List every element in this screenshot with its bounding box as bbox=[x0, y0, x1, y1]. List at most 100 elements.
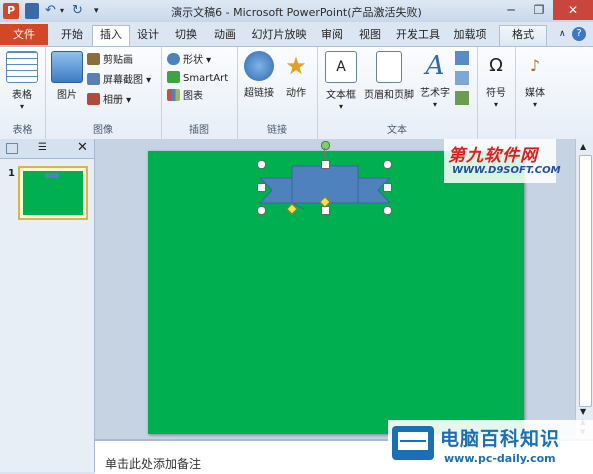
vertical-scrollbar[interactable]: ▲ ▼ ▲ ▼ bbox=[575, 139, 593, 439]
picture-button[interactable]: 图片 bbox=[49, 51, 85, 101]
tab-insert[interactable]: 插入 bbox=[92, 25, 130, 46]
wordart-icon: A bbox=[425, 51, 445, 81]
hyperlink-icon bbox=[244, 51, 274, 81]
close-panel-icon[interactable]: ✕ bbox=[77, 140, 88, 155]
selection-handle[interactable] bbox=[257, 206, 266, 215]
tab-transitions[interactable]: 切换 bbox=[170, 26, 202, 44]
scroll-up-icon[interactable]: ▲ bbox=[580, 142, 586, 151]
title-bar: P ↶ ▾ ↻ ▾ 演示文稿6 - Microsoft PowerPoint(产… bbox=[0, 0, 593, 23]
media-button[interactable]: ♪ 媒体 ▾ bbox=[519, 51, 551, 110]
scroll-thumb[interactable] bbox=[579, 155, 592, 407]
group-image: 图片 剪贴画 屏幕截图 ▾ 相册 ▾ 图像 bbox=[45, 47, 162, 139]
pc-daily-watermark: 电脑百科知识 www.pc-daily.com bbox=[388, 420, 593, 472]
selection-handle[interactable] bbox=[383, 206, 392, 215]
group-media: ♪ 媒体 ▾ bbox=[515, 47, 555, 139]
d9soft-watermark: 第九软件网 WWW.D9SOFT.COM bbox=[444, 139, 561, 183]
album-button[interactable]: 相册 ▾ bbox=[87, 93, 131, 109]
slide-number-icon[interactable] bbox=[455, 71, 469, 85]
tab-view[interactable]: 视图 bbox=[354, 26, 386, 44]
wordart-button[interactable]: A 艺术字 ▾ bbox=[417, 51, 453, 110]
wordart-label: 艺术字 bbox=[420, 88, 450, 99]
tab-home[interactable]: 开始 bbox=[55, 26, 89, 44]
tab-addins[interactable]: 加载项 bbox=[450, 26, 490, 44]
group-text: A 文本框 ▾ 页眉和页脚 A 艺术字 ▾ 文本 bbox=[317, 47, 478, 139]
help-icon[interactable]: ? bbox=[572, 27, 586, 41]
textbox-label: 文本框 bbox=[326, 90, 356, 101]
smartart-icon bbox=[167, 71, 180, 83]
tab-slideshow[interactable]: 幻灯片放映 bbox=[248, 26, 310, 44]
slide-thumbnail[interactable] bbox=[18, 166, 88, 220]
slides-tab-icon[interactable] bbox=[6, 143, 18, 154]
scroll-down-icon[interactable]: ▼ bbox=[580, 407, 586, 416]
smartart-button[interactable]: SmartArt bbox=[167, 71, 228, 87]
tab-animations[interactable]: 动画 bbox=[208, 26, 242, 44]
tab-format[interactable]: 格式 bbox=[499, 25, 547, 46]
close-button[interactable]: ✕ bbox=[553, 0, 593, 20]
header-footer-icon bbox=[376, 51, 402, 83]
pc-daily-url: www.pc-daily.com bbox=[444, 452, 556, 465]
action-label: 动作 bbox=[286, 88, 306, 99]
group-illustration: 形状 ▾ SmartArt 图表 插图 bbox=[161, 47, 238, 139]
outline-tab-icon[interactable]: ☰ bbox=[38, 142, 47, 153]
panel-tabs: ☰ ✕ bbox=[0, 139, 94, 159]
group-table: 表格 ▾ 表格 bbox=[0, 47, 46, 139]
table-icon bbox=[6, 51, 38, 83]
picture-icon bbox=[51, 51, 83, 83]
selection-handle[interactable] bbox=[257, 183, 266, 192]
group-label-links: 链接 bbox=[267, 125, 287, 136]
textbox-button[interactable]: A 文本框 ▾ bbox=[321, 51, 361, 112]
omega-icon: Ω bbox=[489, 55, 503, 76]
group-symbols: Ω 符号 ▾ bbox=[477, 47, 516, 139]
selection-handle[interactable] bbox=[321, 160, 330, 169]
group-label-illustration: 插图 bbox=[189, 125, 209, 136]
selection-handle[interactable] bbox=[383, 183, 392, 192]
tab-design[interactable]: 设计 bbox=[132, 26, 164, 44]
table-label: 表格 bbox=[12, 90, 32, 101]
hyperlink-button[interactable]: 超链接 bbox=[239, 51, 279, 99]
group-links: 超链接 ★ 动作 链接 bbox=[237, 47, 318, 139]
tab-file[interactable]: 文件 bbox=[0, 24, 48, 45]
date-time-icon[interactable] bbox=[455, 51, 469, 65]
symbol-button[interactable]: Ω 符号 ▾ bbox=[481, 51, 511, 110]
ribbon-tabs: 文件 开始 插入 设计 切换 动画 幻灯片放映 审阅 视图 开发工具 加载项 格… bbox=[0, 22, 593, 46]
symbol-label: 符号 bbox=[486, 88, 506, 99]
group-label-table: 表格 bbox=[12, 125, 33, 136]
slides-panel: ☰ ✕ 1 bbox=[0, 139, 95, 472]
slide-canvas[interactable] bbox=[148, 141, 524, 434]
screenshot-icon bbox=[87, 73, 100, 85]
restore-button[interactable]: ❐ bbox=[525, 0, 553, 20]
screenshot-button[interactable]: 屏幕截图 ▾ bbox=[87, 73, 151, 89]
table-button[interactable]: 表格 ▾ bbox=[4, 51, 40, 112]
selection-handle[interactable] bbox=[321, 206, 330, 215]
chart-icon bbox=[167, 89, 180, 101]
group-label-text: 文本 bbox=[387, 125, 407, 136]
ribbon-insert: 表格 ▾ 表格 图片 剪贴画 屏幕截图 ▾ 相册 ▾ 图像 形状 ▾ SmartA… bbox=[0, 46, 593, 140]
pc-daily-title: 电脑百科知识 bbox=[440, 428, 561, 450]
clipart-icon bbox=[87, 53, 100, 65]
album-icon bbox=[87, 93, 100, 105]
rotation-handle[interactable] bbox=[321, 141, 330, 150]
shapes-icon bbox=[167, 53, 180, 65]
album-label: 相册 bbox=[103, 95, 123, 106]
minimize-button[interactable]: ─ bbox=[497, 0, 525, 20]
rotation-handle-stem bbox=[324, 148, 325, 158]
object-icon[interactable] bbox=[455, 91, 469, 105]
hyperlink-label: 超链接 bbox=[244, 88, 274, 99]
notes-placeholder[interactable]: 单击此处添加备注 bbox=[105, 455, 201, 472]
selection-handle[interactable] bbox=[257, 160, 266, 169]
tab-developer[interactable]: 开发工具 bbox=[392, 26, 444, 44]
header-footer-button[interactable]: 页眉和页脚 bbox=[361, 51, 417, 101]
chart-button[interactable]: 图表 bbox=[167, 89, 203, 105]
tab-review[interactable]: 审阅 bbox=[316, 26, 348, 44]
selection-handle[interactable] bbox=[383, 160, 392, 169]
action-button[interactable]: ★ 动作 bbox=[279, 51, 313, 99]
minimize-ribbon-icon[interactable]: ∧ bbox=[559, 29, 566, 39]
speaker-icon: ♪ bbox=[529, 56, 541, 75]
textbox-icon: A bbox=[325, 51, 357, 83]
picture-label: 图片 bbox=[57, 90, 77, 101]
monitor-logo-icon bbox=[392, 426, 434, 460]
shapes-button[interactable]: 形状 ▾ bbox=[167, 53, 211, 69]
smartart-label: SmartArt bbox=[183, 73, 229, 84]
slide-number: 1 bbox=[8, 168, 15, 179]
clipart-button[interactable]: 剪贴画 bbox=[87, 53, 133, 69]
